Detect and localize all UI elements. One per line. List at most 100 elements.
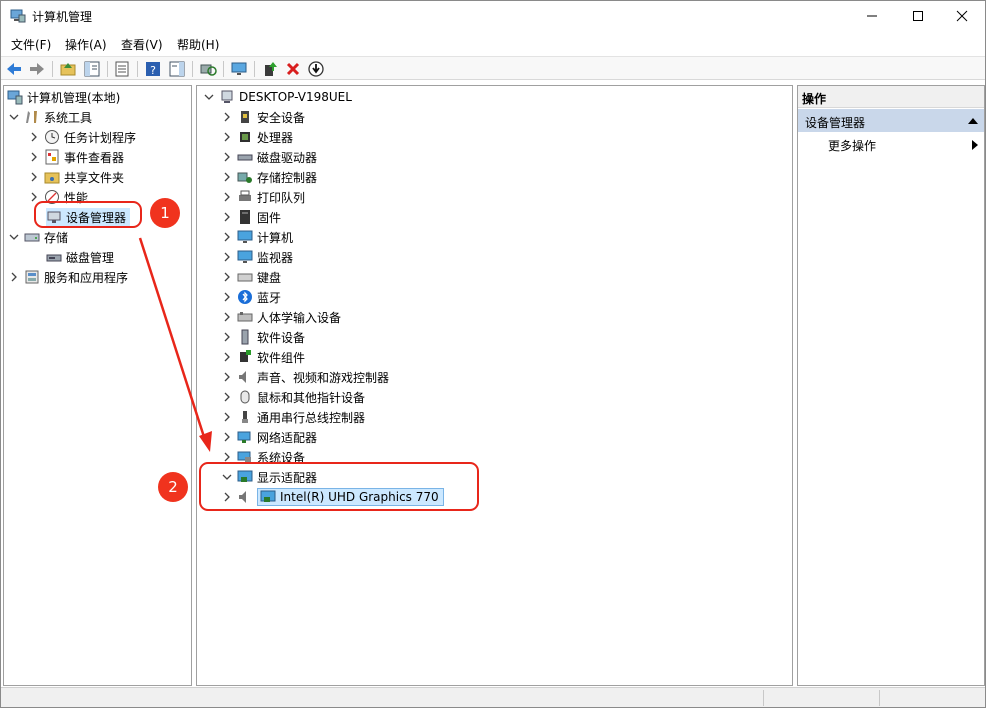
chevron-right-icon[interactable] [221,371,233,383]
chevron-right-icon[interactable] [221,411,233,423]
toolbar-separator [137,61,138,77]
device-category-item[interactable]: 存储控制器 [221,168,317,186]
chevron-right-icon[interactable] [221,111,233,123]
chevron-right-icon[interactable] [221,211,233,223]
chevron-right-icon[interactable] [221,191,233,203]
task-scheduler-label: 任务计划程序 [64,130,137,145]
device-category-label: 监视器 [257,250,294,265]
device-category-item[interactable]: 安全设备 [221,108,305,126]
tree-services-apps[interactable]: 服务和应用程序 [8,268,128,286]
download-circle-icon[interactable] [307,60,325,78]
firmware-icon [237,209,253,225]
tree-task-scheduler[interactable]: 任务计划程序 [28,128,136,146]
menu-view[interactable]: 查看(V) [121,36,163,53]
chevron-right-icon[interactable] [221,131,233,143]
menu-file[interactable]: 文件(F) [11,36,51,53]
scan-hardware-icon[interactable] [199,60,217,78]
tree-root[interactable]: 计算机管理(本地) [7,88,120,106]
up-folder-icon[interactable] [59,60,77,78]
device-category-item[interactable]: 键盘 [221,268,281,286]
menu-action[interactable]: 操作(A) [65,36,107,53]
minimize-button[interactable] [849,1,895,31]
device-category-item[interactable]: 监视器 [221,248,293,266]
processor-icon [237,129,253,145]
chevron-right-icon[interactable] [28,131,40,143]
chevron-down-icon[interactable] [203,91,215,103]
annotation-step-1: 1 [150,198,180,228]
tree-system-tools[interactable]: 系统工具 [8,108,92,126]
storage-controller-icon [237,169,253,185]
clock-icon [44,129,60,145]
device-category-item[interactable]: 磁盘驱动器 [221,148,317,166]
chevron-right-icon[interactable] [221,431,233,443]
help-icon[interactable]: ? [144,60,162,78]
tree-shared-folders[interactable]: 共享文件夹 [28,168,124,186]
device-category-label: 人体学输入设备 [257,310,342,325]
chevron-right-icon[interactable] [221,351,233,363]
chevron-right-icon[interactable] [221,251,233,263]
device-category-item[interactable]: 计算机 [221,228,293,246]
device-category-label: 处理器 [257,130,294,145]
device-category-item[interactable]: 固件 [221,208,281,226]
computer-icon [219,89,235,105]
device-category-item[interactable]: 鼠标和其他指针设备 [221,388,365,406]
device-category-label: 蓝牙 [257,290,282,305]
tree-event-viewer[interactable]: 事件查看器 [28,148,124,166]
chevron-right-icon[interactable] [221,331,233,343]
chevron-right-icon[interactable] [221,271,233,283]
chevron-right-icon[interactable] [221,311,233,323]
chevron-right-icon[interactable] [221,231,233,243]
chevron-right-icon[interactable] [8,271,20,283]
device-category-item[interactable]: 网络适配器 [221,428,317,446]
network-adapter-icon [237,429,253,445]
device-category-label: 固件 [257,210,282,225]
monitor-icon[interactable] [230,60,248,78]
chevron-down-icon[interactable] [8,231,20,243]
device-category-item[interactable]: 声音、视频和游戏控制器 [221,368,389,386]
chevron-right-icon[interactable] [221,151,233,163]
system-tools-label: 系统工具 [44,110,93,125]
computer-management-icon [7,89,23,105]
device-category-item[interactable]: 通用串行总线控制器 [221,408,365,426]
sound-icon [237,369,253,385]
disk-drive-icon [237,149,253,165]
chevron-down-icon[interactable] [8,111,20,123]
forward-arrow-icon[interactable] [28,60,46,78]
actions-section-device-manager[interactable]: 设备管理器 [798,109,984,132]
maximize-button[interactable] [895,1,941,31]
properties-icon[interactable] [113,60,131,78]
back-arrow-icon[interactable] [5,60,23,78]
close-button[interactable] [939,1,985,31]
event-viewer-label: 事件查看器 [64,150,125,165]
chevron-right-icon[interactable] [221,391,233,403]
device-category-item[interactable]: 处理器 [221,128,293,146]
chevron-right-icon[interactable] [221,171,233,183]
action-pane-icon[interactable] [168,60,186,78]
device-category-item[interactable]: 软件组件 [221,348,305,366]
chevron-right-icon[interactable] [28,171,40,183]
device-category-label: 鼠标和其他指针设备 [257,390,366,405]
more-actions-label: 更多操作 [828,139,877,153]
device-category-label: 软件组件 [257,350,306,365]
chevron-right-icon[interactable] [28,151,40,163]
device-category-label: 软件设备 [257,330,306,345]
minimize-icon [867,15,877,17]
device-category-item[interactable]: 打印队列 [221,188,305,206]
device-category-item[interactable]: 软件设备 [221,328,305,346]
device-category-item[interactable]: 人体学输入设备 [221,308,341,326]
device-tree-root[interactable]: DESKTOP-V198UEL [203,88,352,106]
device-category-item[interactable]: 蓝牙 [221,288,281,306]
tree-storage[interactable]: 存储 [8,228,68,246]
menu-help[interactable]: 帮助(H) [177,36,219,53]
show-hide-tree-icon[interactable] [83,60,101,78]
shared-folders-label: 共享文件夹 [64,170,125,185]
more-actions-item[interactable]: 更多操作 [798,134,984,154]
device-category-label: 通用串行总线控制器 [257,410,366,425]
uninstall-x-icon[interactable] [284,60,302,78]
collapse-up-icon[interactable] [968,117,978,125]
update-driver-icon[interactable] [261,60,279,78]
chevron-right-icon[interactable] [221,291,233,303]
storage-icon [24,229,40,245]
bluetooth-icon [237,289,253,305]
tree-disk-management[interactable]: 磁盘管理 [46,248,114,266]
